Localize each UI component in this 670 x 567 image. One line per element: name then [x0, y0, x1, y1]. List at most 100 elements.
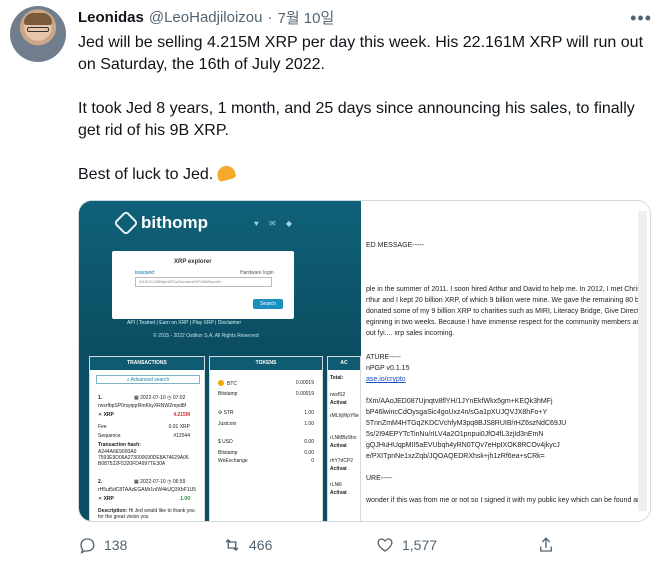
bithomp-screenshot: bithomp ♥ ✉ ◆ XRP explorer toastand Hard… [79, 201, 361, 521]
retweet-icon [225, 539, 239, 551]
signed-line-8: nPGP v0.1.15 [366, 365, 410, 372]
token-symbol-str: STR [223, 410, 234, 416]
transaction-date-value-2: 2022-07-10 [140, 479, 166, 485]
issuer-name-btc: Bitstamp [218, 391, 238, 397]
token-row-btc: BTC 0.00019 [218, 380, 314, 387]
copyright-text: © 2015 - 2022 Ostilion S.A. All Rights R… [153, 333, 259, 339]
tweet-actions: 138 466 1,577 [78, 536, 558, 560]
tweet-media-image[interactable]: bithomp ♥ ✉ ◆ XRP explorer toastand Hard… [78, 200, 651, 522]
transaction-sequence-1: Sequence #12044 [98, 433, 198, 439]
transaction-hash-value-1: A244A6E9000A0 7593E9D06A273000690DE8A746… [98, 449, 189, 467]
like-count: 1,577 [402, 537, 438, 553]
token-value-btc: 0.00019 [295, 380, 314, 386]
author-handle[interactable]: @LeoHadjiloizou [149, 9, 263, 26]
toast-label: toastand [135, 270, 155, 276]
clock-icon: ◷ [167, 395, 172, 401]
token-issuer-str: Justcoin 1.00 [218, 421, 314, 427]
transaction-asset-row-2: ✕ XRP 1.00 [98, 496, 198, 502]
signed-line-10: fXm/AAoJED087Ujnqtv8flYH/1JYnEkfWkx5gm+K… [366, 398, 553, 405]
xrp-icon: ✕ [98, 412, 103, 418]
account-line-7: Activat [330, 466, 347, 472]
footer-links: API | Testnet | Earn on XRP | Play XRP |… [127, 320, 242, 326]
transaction-date-1: ▦ 2022-07-10 ◷ 07:02 [134, 395, 185, 401]
fee-value-1: 0.01 XRP [168, 424, 190, 430]
signed-line-14: gQJHuHUqpMII5aEVUbqh4yRN0TQv7eHpIXOK8RCO… [366, 442, 560, 449]
account-line-9: Activat [330, 490, 347, 496]
tweet-paragraph-3-text: Best of luck to Jed. [78, 166, 214, 183]
tokens-title: TOKENS [210, 357, 322, 370]
bithomp-header: bithomp ♥ ✉ ◆ XRP explorer toastand Hard… [79, 201, 361, 353]
account-total-label: Total: [330, 375, 344, 381]
issuer-name-usd-1: Bitstamp [218, 450, 238, 456]
token-value-str: 1.00 [304, 410, 314, 416]
bithomp-brand-text: bithomp [141, 213, 209, 232]
xrp-explorer-title: XRP explorer [174, 259, 212, 265]
avatar-hair-detail [24, 13, 52, 25]
transaction-asset-1: XRP [103, 412, 114, 418]
signed-line-4: donated some of my 9 billion XRP to char… [366, 307, 644, 316]
sequence-value-1: #12044 [173, 433, 190, 439]
author-name[interactable]: Leonidas [78, 9, 144, 26]
account-line-8: rLNi6 [330, 482, 342, 488]
timestamp-separator: · [267, 8, 273, 26]
account-line-2: Activat [330, 400, 347, 406]
token-row-str: ✣ STR 1.00 [218, 410, 314, 416]
xrp-explorer-card: XRP explorer toastand Hardware login rEH… [112, 251, 294, 319]
transaction-description-2: Description: Hi Jed would like to thank … [98, 508, 198, 520]
token-issuer-usd-1: Bitstamp 0.00 [218, 450, 314, 456]
transaction-amount-1: 4.215M [173, 412, 190, 418]
transactions-panel: TRANSACTIONS ⌕ Advanced search 1. ▦ 2022… [89, 356, 205, 521]
issuer-value-str: 1.00 [304, 421, 314, 427]
social-icons: ♥ ✉ ◆ [254, 219, 297, 228]
tweet-card: Leonidas @LeoHadjiloizou · 7월 10일 ••• Je… [0, 0, 670, 567]
retweet-count: 466 [249, 537, 273, 553]
tweet-paragraph-2: It took Jed 8 years, 1 month, and 25 day… [78, 100, 635, 139]
author-avatar[interactable] [10, 6, 66, 62]
tokens-panel: TOKENS BTC 0.00019 Bitstamp 0.00019 ✣ STR 1… [209, 356, 323, 521]
token-value-usd: 0.00 [304, 439, 314, 445]
transaction-index-2: 2. [98, 479, 103, 485]
transactions-title: TRANSACTIONS [90, 357, 204, 370]
fee-label-1: Fee [98, 424, 107, 430]
account-line-6: rhY7dCP2 [330, 458, 354, 464]
explorer-search-input: rEHKZCz5fNdjmiROzZmnwkhHKFh5Wbyxs9x [135, 277, 272, 287]
reply-count: 138 [104, 537, 128, 553]
avatar-glasses-detail [27, 27, 49, 32]
account-panel: AC Total: rwsfS2 Activat rMLhjWpY6e rLNM… [327, 356, 361, 521]
signed-line-11: bP46lwincCdOysgaSic4goUxz4n/sGa1pXUJQVJX… [366, 409, 548, 416]
scrollbar-track [638, 211, 647, 511]
issuer-value-usd-1: 0.00 [304, 450, 314, 456]
reply-button[interactable]: 138 [78, 536, 127, 554]
issuer-name-usd-2: WeExchange [218, 458, 248, 464]
share-icon [540, 537, 552, 552]
signed-line-3: rthur and I kept 20 billion XRP, of whic… [366, 297, 643, 304]
tweet-header: Leonidas @LeoHadjiloizou · 7월 10일 [78, 6, 334, 28]
tweet-paragraph-1: Jed will be selling 4.215M XRP per day t… [78, 34, 644, 73]
transaction-asset-row-1: ✕ XRP 4.215M [98, 412, 198, 418]
tweet-date[interactable]: 7월 10일 [278, 7, 335, 28]
token-symbol-usd: USD [222, 439, 233, 445]
signed-line-12: 5TnnZmM4HTGq2KDCVchfyM3pq8BJS8RUIB/rHZ6s… [366, 420, 567, 427]
transaction-fee-1: Fee 0.01 XRP [98, 424, 198, 430]
explorer-search-button: Search [253, 299, 283, 309]
token-symbol-btc: BTC [227, 381, 237, 387]
xrp-icon: ✕ [98, 496, 103, 502]
retweet-button[interactable]: 466 [223, 536, 272, 554]
clock-icon: ◷ [167, 479, 172, 485]
like-button[interactable]: 1,577 [376, 536, 437, 554]
signed-message-screenshot: ED MESSAGE----- ple in the summer of 201… [361, 201, 650, 521]
signed-line-6: out fyi.... xrp sales incoming. [366, 330, 455, 337]
transaction-asset-2: XRP [103, 496, 114, 502]
account-line-4: rLNMBz9ho [330, 435, 357, 441]
issuer-value-usd-2: 0 [311, 458, 314, 464]
token-issuer-btc: Bitstamp 0.00019 [218, 391, 314, 397]
transaction-date-2: ▦ 2022-07-10 ◷ 06:59 [134, 479, 185, 485]
hardware-login-link: Hardware login [240, 270, 274, 276]
flexed-biceps-emoji [215, 163, 237, 183]
more-options-icon[interactable]: ••• [630, 8, 652, 29]
tweet-text: Jed will be selling 4.215M XRP per day t… [78, 32, 648, 186]
bithomp-logo-icon [113, 210, 139, 236]
signed-line-9: ase.io/crypto [366, 376, 406, 383]
share-button[interactable] [537, 536, 555, 554]
bithomp-logo: bithomp [113, 210, 209, 236]
